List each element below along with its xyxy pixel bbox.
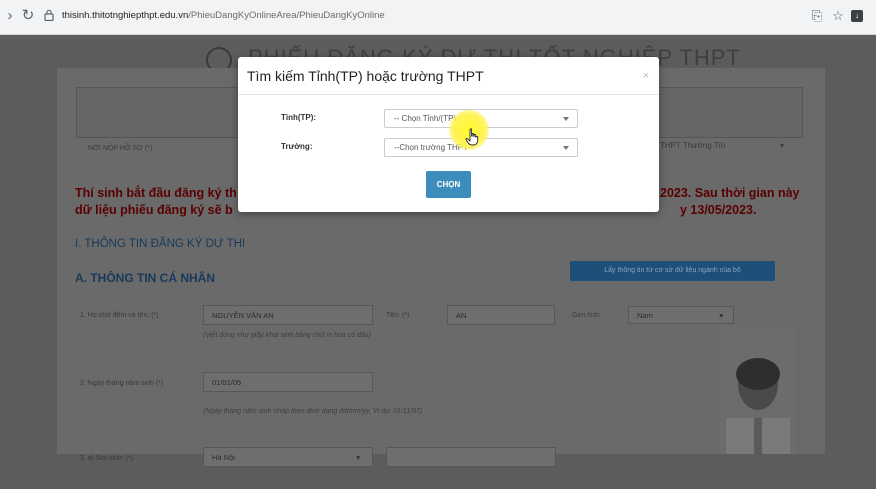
- share-icon[interactable]: ⎘: [809, 8, 825, 24]
- fullname-input[interactable]: NGUYỄN VĂN AN: [203, 305, 373, 325]
- modal-title: Tìm kiếm Tỉnh(TP) hoặc trường THPT: [247, 68, 484, 84]
- close-icon[interactable]: ×: [643, 70, 649, 82]
- choose-button[interactable]: CHỌN: [426, 171, 471, 198]
- search-modal: Tìm kiếm Tỉnh(TP) hoặc trường THPT × Tỉn…: [238, 57, 659, 212]
- portrait-photo: [718, 326, 796, 454]
- modal-header: Tìm kiếm Tỉnh(TP) hoặc trường THPT ×: [238, 57, 659, 95]
- given-name-label: Tên: (*): [386, 312, 410, 319]
- lock-icon[interactable]: [44, 9, 54, 21]
- reload-icon[interactable]: ↻: [18, 6, 38, 26]
- extension-icon[interactable]: ↓: [851, 10, 863, 22]
- gender-label: Giới tính:: [572, 312, 601, 319]
- birthplace-label: 3. a) Nơi sinh: (*): [80, 455, 134, 462]
- chevron-down-icon: ▾: [719, 311, 723, 320]
- chevron-down-icon: [563, 117, 569, 121]
- given-name-input[interactable]: AN: [447, 305, 555, 325]
- section-a-heading: A. THÔNG TIN CÁ NHÂN: [75, 271, 215, 285]
- birthplace-value: Hà Nội: [212, 453, 235, 462]
- province-label: Tỉnh(TP):: [281, 113, 317, 122]
- notice-line2-left: dữ liệu phiếu đăng ký sẽ b: [75, 203, 233, 217]
- section-1-heading: I. THÔNG TIN ĐĂNG KÝ DỰ THI: [75, 238, 246, 250]
- browser-toolbar: › ↻ thisinh.thitotnghiepthpt.edu.vn/Phie…: [0, 0, 876, 35]
- birthplace-select[interactable]: Hà Nội ▾: [203, 447, 373, 467]
- bookmark-star-icon[interactable]: ☆: [830, 8, 846, 24]
- chevron-down-icon: ▾: [356, 453, 360, 462]
- chevron-down-icon[interactable]: ▾: [780, 141, 784, 150]
- fullname-hint: (Viết đúng như giấy khai sinh bằng chữ i…: [203, 332, 371, 339]
- gender-select[interactable]: Nam ▾: [628, 306, 734, 324]
- notice-line2-right: y 13/05/2023.: [680, 203, 757, 217]
- forward-icon[interactable]: ›: [0, 6, 20, 26]
- dob-hint: (Ngày tháng năm sinh nhập theo định dạng…: [203, 408, 423, 415]
- submission-place-value[interactable]: THPT Thường Tín: [660, 141, 725, 150]
- gender-value: Nam: [637, 311, 653, 320]
- address-bar[interactable]: thisinh.thitotnghiepthpt.edu.vn/PhieuDan…: [62, 10, 385, 21]
- fullname-label: 1. Họ chữ đệm và tên: (*): [80, 312, 159, 319]
- notice-line1-left: Thí sinh bắt đầu đăng ký th: [75, 186, 237, 200]
- url-host: thisinh.thitotnghiepthpt.edu.vn: [62, 10, 189, 21]
- birthplace-detail-input[interactable]: [386, 447, 556, 467]
- dob-input[interactable]: 01/01/05: [203, 372, 373, 392]
- dob-label: 2. Ngày tháng năm sinh (*): [80, 380, 164, 387]
- submission-place-label: NƠI NỘP HỒ SƠ (*): [88, 145, 153, 152]
- notice-line1-right: 2023. Sau thời gian này: [660, 186, 800, 200]
- chevron-down-icon: [563, 146, 569, 150]
- fetch-data-button[interactable]: Lấy thông tin từ cơ sở dữ liệu ngành của…: [570, 261, 775, 281]
- hand-cursor-icon: [465, 128, 479, 146]
- url-path: /PhieuDangKyOnlineArea/PhieuDangKyOnline: [188, 10, 385, 21]
- school-label: Trường:: [281, 142, 313, 151]
